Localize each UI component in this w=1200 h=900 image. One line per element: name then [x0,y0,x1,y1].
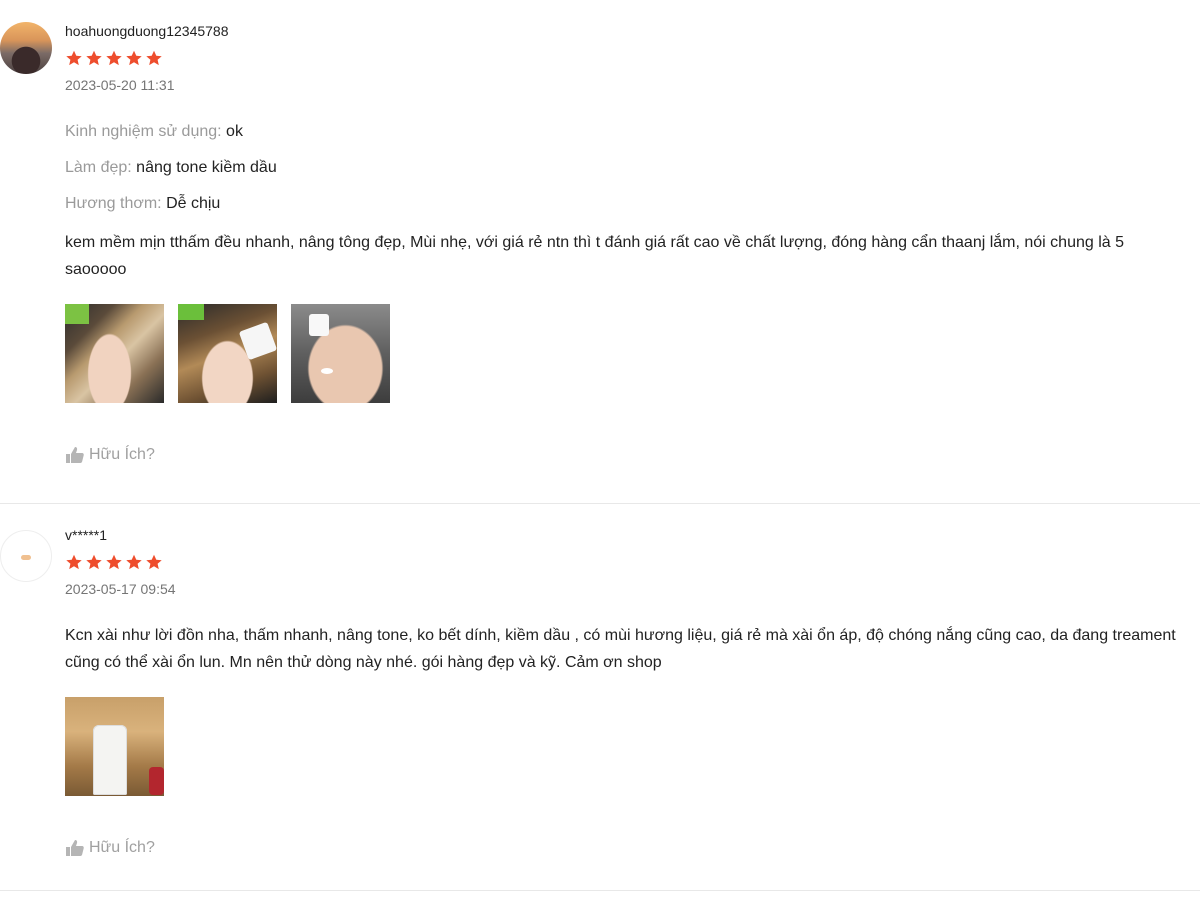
username: hoahuongduong12345788 [65,23,229,39]
review-item: hoahuongduong12345788 2023-05-20 11:31 K… [0,0,1200,504]
star-icon [105,553,123,571]
review-date: 2023-05-20 11:31 [65,77,175,93]
star-rating [65,49,1200,67]
star-icon [65,553,83,571]
attribute-label: Làm đẹp: [65,159,132,176]
review-comment: kem mềm mịn tthấm đều nhanh, nâng tông đ… [65,234,1125,278]
helpful-label: Hữu Ích? [89,839,155,856]
review-media [65,697,1200,796]
star-icon [85,553,103,571]
thumbs-up-icon [65,839,85,857]
review-content: hoahuongduong12345788 2023-05-20 11:31 K… [65,22,1200,466]
avatar[interactable] [0,530,52,582]
review-attributes: Kinh nghiệm sử dụng: ok Làm đẹp: nâng to… [65,121,1200,215]
star-icon [105,49,123,67]
attribute-value: nâng tone kiềm dầu [136,159,277,176]
helpful-button[interactable]: Hữu Ích? [65,444,1200,466]
star-rating [65,553,1200,571]
review-item: v*****1 2023-05-17 09:54 Kcn xài như lời… [0,504,1200,891]
attribute-experience: Kinh nghiệm sử dụng: ok [65,121,1200,143]
review-date: 2023-05-17 09:54 [65,581,176,597]
review-content: v*****1 2023-05-17 09:54 Kcn xài như lời… [65,526,1200,859]
star-icon [145,49,163,67]
star-icon [85,49,103,67]
review-image-thumbnail[interactable] [65,697,164,796]
attribute-value: Dễ chịu [166,195,221,212]
attribute-label: Kinh nghiệm sử dụng: [65,123,222,140]
review-image-thumbnail[interactable] [178,304,277,403]
star-icon [65,49,83,67]
review-media [65,304,1200,403]
star-icon [145,553,163,571]
thumbs-up-icon [65,446,85,464]
star-icon [125,49,143,67]
shop-logo-decoration [21,554,31,560]
review-image-thumbnail[interactable] [291,304,390,403]
avatar[interactable] [0,22,52,74]
review-comment: Kcn xài như lời đồn nha, thấm nhanh, nân… [65,627,1176,671]
star-icon [125,553,143,571]
username: v*****1 [65,527,108,543]
attribute-value: ok [226,123,243,140]
helpful-button[interactable]: Hữu Ích? [65,837,1200,859]
attribute-label: Hương thơm: [65,195,162,212]
attribute-scent: Hương thơm: Dễ chịu [65,193,1200,215]
helpful-label: Hữu Ích? [89,446,155,463]
attribute-beauty: Làm đẹp: nâng tone kiềm dầu [65,157,1200,179]
review-image-thumbnail[interactable] [65,304,164,403]
